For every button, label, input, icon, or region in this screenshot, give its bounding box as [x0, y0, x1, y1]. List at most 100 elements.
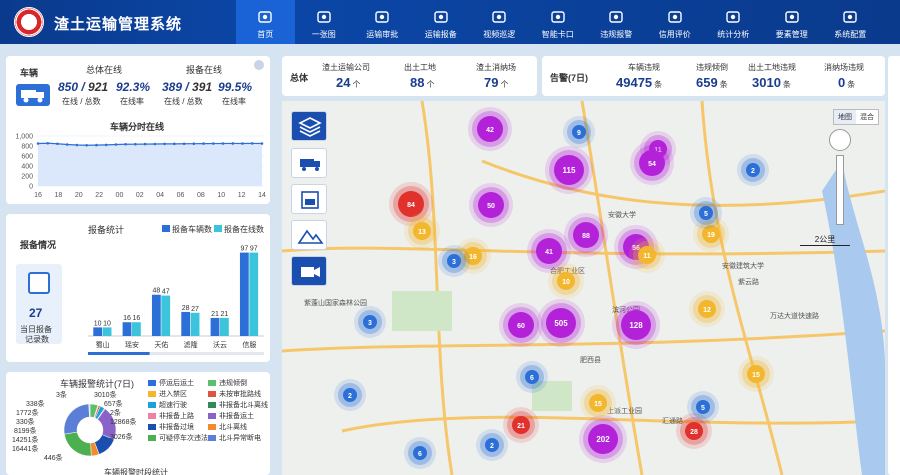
user-icon[interactable] [254, 60, 264, 70]
map-park [392, 291, 452, 331]
alarm-legend-item[interactable]: 未按审批路线 [208, 389, 261, 399]
trend-point [241, 142, 244, 145]
nav-item-0[interactable]: 首页 [236, 0, 295, 44]
map-cluster-marker[interactable]: 88 [564, 213, 608, 257]
nav-item-3[interactable]: 运输报备 [412, 0, 471, 44]
nav-item-7[interactable]: 信用评价 [646, 0, 705, 44]
zoom-slider[interactable] [836, 155, 844, 225]
nav-item-5[interactable]: 智能卡口 [529, 0, 588, 44]
map-cluster-marker[interactable]: 128 [612, 301, 660, 349]
map-cluster-marker[interactable]: 505 [537, 299, 585, 347]
video-layer-button[interactable] [291, 256, 327, 286]
map-cluster-marker[interactable]: 42 [468, 107, 512, 151]
disposal-layer-button[interactable] [291, 220, 327, 250]
map-cluster-marker[interactable]: 3 [438, 245, 470, 277]
map-cluster-marker[interactable]: 50 [469, 183, 513, 227]
layers-tool-button[interactable] [291, 111, 327, 141]
alarm-legend-item[interactable]: 非报备过境 [148, 422, 194, 432]
alarm-legend-item[interactable]: 可疑停车次违法 [148, 433, 208, 443]
trend-point [250, 142, 254, 145]
legend-vehicles: 报备车辆数 [172, 225, 212, 234]
alarm-legend-item[interactable]: 北斗异常断电 [208, 433, 261, 443]
companies-count: 24 [336, 75, 351, 90]
map-cluster-marker[interactable]: 115 [545, 146, 593, 194]
map-cluster-marker[interactable]: 3 [354, 306, 386, 338]
map-cluster-marker[interactable]: 6 [516, 361, 548, 393]
alarm-legend-item[interactable]: 停运后运土 [148, 378, 194, 388]
trend-point [221, 142, 225, 145]
truck-layer-button[interactable] [291, 148, 327, 178]
map-cluster-marker[interactable]: 60 [499, 303, 543, 347]
map-cluster-marker[interactable]: 11 [629, 237, 665, 273]
report-bar[interactable] [122, 322, 132, 336]
map-cluster-marker[interactable]: 54 [630, 141, 674, 185]
nav-item-6[interactable]: 违规报警 [587, 0, 646, 44]
alarm-legend-label: 非报备上路 [159, 413, 194, 420]
map-cluster-marker[interactable]: 2 [334, 379, 366, 411]
trend-point [36, 142, 40, 145]
report-bar[interactable] [239, 252, 249, 336]
nav-item-4[interactable]: 视频巡逻 [470, 0, 529, 44]
nav-item-8[interactable]: 统计分析 [704, 0, 763, 44]
alarm-legend-swatch [208, 402, 216, 409]
settings-icon [843, 11, 857, 23]
alarm-legend-item[interactable]: 超速行驶 [148, 400, 187, 410]
map-cluster-marker[interactable]: 2 [737, 154, 769, 186]
report-bar[interactable] [93, 327, 103, 336]
map-cluster-count: 128 [629, 321, 643, 330]
map-type-map[interactable]: 地图 [834, 110, 856, 124]
site-layer-button[interactable] [291, 184, 327, 214]
report-scroll-thumb[interactable] [88, 352, 150, 355]
top-header: 渣土运输管理系统 首页 一张图 运输审批 运输报备 视频巡逻 智能卡口 违规报警 信用评价 统计… [0, 0, 900, 44]
alarm-legend-item[interactable]: 非报备北斗离线 [208, 400, 268, 410]
app-title: 渣土运输管理系统 [54, 16, 183, 33]
map-cluster-marker[interactable]: 202 [579, 415, 627, 463]
map-cluster-marker[interactable]: 6 [404, 437, 436, 469]
alarm-legend-item[interactable]: 非报备运土 [208, 411, 254, 421]
map-cluster-marker[interactable]: 15 [580, 385, 616, 421]
alarm-footer: 车辆报警时段统计 [104, 468, 168, 475]
nav-item-1[interactable]: 一张图 [295, 0, 354, 44]
report-bar[interactable] [210, 317, 220, 336]
map-canvas[interactable]: 肥西县紫云路万达大道快速路合肥工业区安徽建筑大学紫蓬山国家森林公园滨河公园安徽大… [282, 101, 885, 475]
report-online-label: 报备在线 [186, 65, 223, 75]
map-cluster-count: 13 [418, 229, 426, 236]
map-type-switch[interactable]: 地图 混合 [833, 109, 879, 125]
alarm-legend-item[interactable]: 违规倾倒 [208, 378, 247, 388]
report-bar[interactable] [161, 295, 171, 336]
map-cluster-count: 54 [648, 161, 656, 168]
report-bar[interactable] [190, 312, 200, 336]
map-cluster-marker[interactable]: 5 [690, 197, 722, 229]
alarm-slice[interactable] [63, 403, 90, 435]
alarm-legend-label: 超速行驶 [159, 402, 187, 409]
map-type-hybrid[interactable]: 混合 [856, 110, 878, 124]
pan-control[interactable] [829, 129, 851, 151]
map-cluster-marker[interactable]: 5 [687, 391, 719, 423]
map-cluster-marker[interactable]: 21 [503, 407, 539, 443]
alarm-legend-item[interactable]: 北斗离线 [208, 422, 247, 432]
map-cluster-marker[interactable]: 10 [548, 263, 584, 299]
alarm-legend-item[interactable]: 非报备上路 [148, 411, 194, 421]
report-bar[interactable] [102, 327, 112, 336]
alarm-slice[interactable] [64, 431, 92, 457]
map-cluster-marker[interactable]: 12 [689, 291, 725, 327]
report-bar[interactable] [249, 252, 259, 336]
report-bar-label: 16 [123, 315, 131, 322]
report-bar[interactable] [132, 322, 141, 336]
map-cluster-count: 2 [490, 443, 494, 450]
report-bar-label: 97 [240, 246, 248, 253]
alarm-legend-item[interactable]: 进入禁区 [148, 389, 187, 399]
map-view[interactable]: 肥西县 紫云路 万达大道快速路 合肥工业区 安徽建筑大学 紫蓬山国家森林公园 滨河公园 安徽大… [282, 101, 885, 475]
report-bar[interactable] [220, 317, 229, 336]
nav-item-2[interactable]: 运输审批 [353, 0, 412, 44]
map-cluster-marker[interactable]: 2 [476, 429, 508, 461]
map-cluster-marker[interactable]: 9 [563, 116, 595, 148]
map-cluster-marker[interactable]: 13 [404, 213, 440, 249]
nav-item-10[interactable]: 系统配置 [821, 0, 880, 44]
report-bar[interactable] [151, 294, 161, 336]
report-doc-icon [28, 272, 50, 294]
trend-x-tick: 04 [156, 192, 164, 199]
nav-item-9[interactable]: 要素管理 [763, 0, 822, 44]
report-bar[interactable] [181, 311, 191, 336]
map-cluster-marker[interactable]: 15 [738, 356, 774, 392]
